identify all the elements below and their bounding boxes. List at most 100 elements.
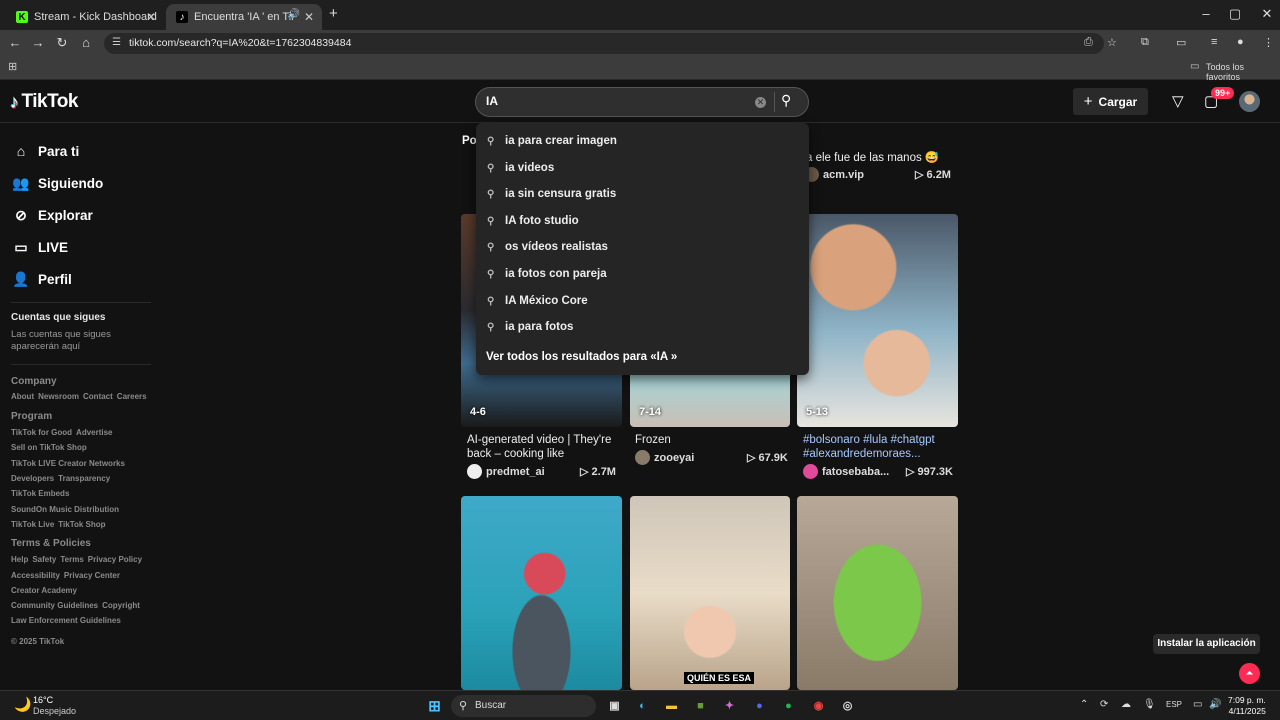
video-thumbnail[interactable]: [797, 496, 958, 690]
footer-link[interactable]: Contact: [83, 392, 113, 401]
edge-icon[interactable]: ◐: [633, 696, 652, 715]
footer-link[interactable]: TikTok Live: [11, 520, 54, 529]
all-bookmarks-link[interactable]: Todos los favoritos: [1206, 62, 1280, 82]
close-tab-icon[interactable]: ✕: [304, 10, 314, 24]
suggestion-item[interactable]: ⚲ IA México Core: [487, 295, 588, 307]
video-thumbnail[interactable]: 5-13: [797, 214, 958, 427]
footer-link[interactable]: Privacy Center: [64, 571, 120, 580]
suggestion-item[interactable]: ⚲ ia para fotos: [487, 321, 573, 333]
sidepanel-icon[interactable]: ▭: [1176, 36, 1186, 49]
footer-link[interactable]: Accessibility: [11, 571, 60, 580]
weather-icon[interactable]: 🌙: [14, 696, 31, 713]
home-icon[interactable]: ⌂: [77, 35, 95, 50]
footer-link[interactable]: Terms: [60, 555, 83, 564]
sidebar-item-perfil[interactable]: 👤 Perfil: [12, 271, 71, 288]
footer-link[interactable]: Safety: [32, 555, 56, 564]
sync-icon[interactable]: ⟳: [1100, 699, 1108, 710]
back-icon[interactable]: ←: [6, 35, 24, 50]
search-icon[interactable]: ⚲: [781, 92, 791, 109]
video-caption[interactable]: a ele fue de las manos 😅: [806, 151, 939, 165]
discord-icon[interactable]: ●: [750, 696, 769, 715]
site-info-icon[interactable]: ☰: [112, 37, 121, 48]
video-caption[interactable]: #bolsonaro #lula #chatgpt #alexandredemo…: [803, 433, 953, 461]
display-icon[interactable]: ▭: [1193, 699, 1202, 710]
sidebar-item-explorar[interactable]: ⊘ Explorar: [12, 207, 93, 224]
system-clock[interactable]: 7:09 p. m. 4/11/2025: [1228, 695, 1266, 717]
apps-grid-icon[interactable]: ⊞: [8, 60, 17, 73]
video-author[interactable]: zooeyai: [635, 450, 694, 465]
cloud-icon[interactable]: ☁: [1121, 699, 1131, 710]
video-author[interactable]: predmet_ai: [467, 464, 545, 479]
see-all-results-link[interactable]: Ver todos los resultados para «IA »: [486, 351, 677, 363]
minimize-icon[interactable]: –: [1196, 6, 1216, 21]
spotify-icon[interactable]: ●: [779, 696, 798, 715]
video-thumbnail[interactable]: [461, 496, 622, 690]
forward-icon[interactable]: →: [29, 35, 47, 50]
suggestion-item[interactable]: ⚲ ia sin censura gratis: [487, 188, 616, 200]
taskbar-search[interactable]: ⚲ Buscar: [451, 695, 596, 717]
language-indicator[interactable]: ESP: [1166, 700, 1182, 709]
install-icon[interactable]: ⎙: [1084, 36, 1093, 49]
windows-start-icon[interactable]: ⊞: [425, 696, 444, 715]
footer-link[interactable]: TikTok Embeds: [11, 489, 69, 498]
upload-button[interactable]: + Cargar: [1073, 88, 1148, 115]
close-tab-icon[interactable]: ✕: [146, 10, 156, 24]
footer-link[interactable]: TikTok LIVE Creator Networks: [11, 459, 125, 468]
task-view-icon[interactable]: ▣: [605, 696, 624, 715]
sidebar-item-siguiendo[interactable]: 👥 Siguiendo: [12, 175, 103, 192]
footer-link[interactable]: Creator Academy: [11, 586, 77, 595]
sidebar-item-para-ti[interactable]: ⌂ Para ti: [12, 143, 80, 159]
tab-kick[interactable]: K Stream - Kick Dashboard ✕: [6, 4, 164, 30]
video-author[interactable]: fatosebaba...: [803, 464, 889, 479]
footer-link[interactable]: Law Enforcement Guidelines: [11, 616, 121, 625]
video-thumbnail[interactable]: QUIÉN ES ESA: [630, 496, 790, 690]
obs-icon[interactable]: ◎: [838, 696, 857, 715]
footer-link[interactable]: About: [11, 392, 34, 401]
chevron-up-icon[interactable]: ⌃: [1080, 699, 1088, 710]
chrome-icon[interactable]: ◉: [809, 696, 828, 715]
install-app-button[interactable]: Instalar la aplicación: [1153, 634, 1260, 654]
suggestion-item[interactable]: ⚲ os vídeos realistas: [487, 241, 608, 253]
search-input[interactable]: [486, 94, 746, 108]
suggestion-item[interactable]: ⚲ IA foto studio: [487, 215, 579, 227]
media-icon[interactable]: ≡: [1211, 36, 1217, 48]
footer-link[interactable]: Sell on TikTok Shop: [11, 443, 87, 452]
mic-icon[interactable]: 🎙: [1143, 699, 1156, 710]
copilot-icon[interactable]: ✦: [720, 696, 739, 715]
sidebar-item-live[interactable]: ▭ LIVE: [12, 239, 68, 256]
reload-icon[interactable]: ↻: [53, 35, 71, 51]
tab-tiktok[interactable]: ♪ Encuentra 'IA ' en TikTok | B 🔊 ✕: [166, 4, 322, 30]
clear-search-icon[interactable]: ✕: [755, 97, 766, 108]
omnibox[interactable]: ☰ tiktok.com/search?q=IA%20&t=1762304839…: [104, 33, 1104, 54]
profile-icon[interactable]: ●: [1237, 36, 1244, 48]
footer-link[interactable]: Newsroom: [38, 392, 79, 401]
send-icon[interactable]: ▽: [1172, 92, 1184, 110]
footer-link[interactable]: TikTok for Good: [11, 428, 72, 437]
bookmark-star-icon[interactable]: ☆: [1107, 36, 1117, 49]
footer-link[interactable]: Careers: [117, 392, 147, 401]
avatar[interactable]: [1239, 91, 1260, 112]
tiktok-logo[interactable]: ♪ TikTok: [10, 91, 78, 113]
video-caption[interactable]: AI-generated video | They're back – cook…: [467, 433, 619, 461]
footer-link[interactable]: SoundOn Music Distribution: [11, 505, 119, 514]
new-tab-button[interactable]: +: [329, 5, 338, 22]
file-explorer-icon[interactable]: ▬: [662, 696, 681, 715]
footer-link[interactable]: Developers: [11, 474, 54, 483]
video-caption[interactable]: Frozen: [635, 433, 671, 447]
suggestion-item[interactable]: ⚲ ia videos: [487, 162, 554, 174]
suggestion-item[interactable]: ⚲ ia fotos con pareja: [487, 268, 607, 280]
footer-link[interactable]: TikTok Shop: [58, 520, 105, 529]
scroll-top-icon[interactable]: ⏶: [1239, 663, 1260, 684]
footer-link[interactable]: Advertise: [76, 428, 112, 437]
speaker-icon[interactable]: 🔊: [288, 9, 300, 20]
suggestion-item[interactable]: ⚲ ia para crear imagen: [487, 135, 617, 147]
video-author[interactable]: acm.vip: [804, 167, 864, 182]
footer-link[interactable]: Help: [11, 555, 28, 564]
close-window-icon[interactable]: ✕: [1257, 6, 1277, 22]
minecraft-icon[interactable]: ■: [691, 696, 710, 715]
volume-icon[interactable]: 🔊: [1209, 699, 1221, 710]
maximize-icon[interactable]: ▢: [1225, 6, 1245, 22]
search-box[interactable]: ✕ ⚲: [475, 87, 809, 117]
footer-link[interactable]: Copyright: [102, 601, 140, 610]
extensions-icon[interactable]: ⧉: [1141, 36, 1149, 49]
